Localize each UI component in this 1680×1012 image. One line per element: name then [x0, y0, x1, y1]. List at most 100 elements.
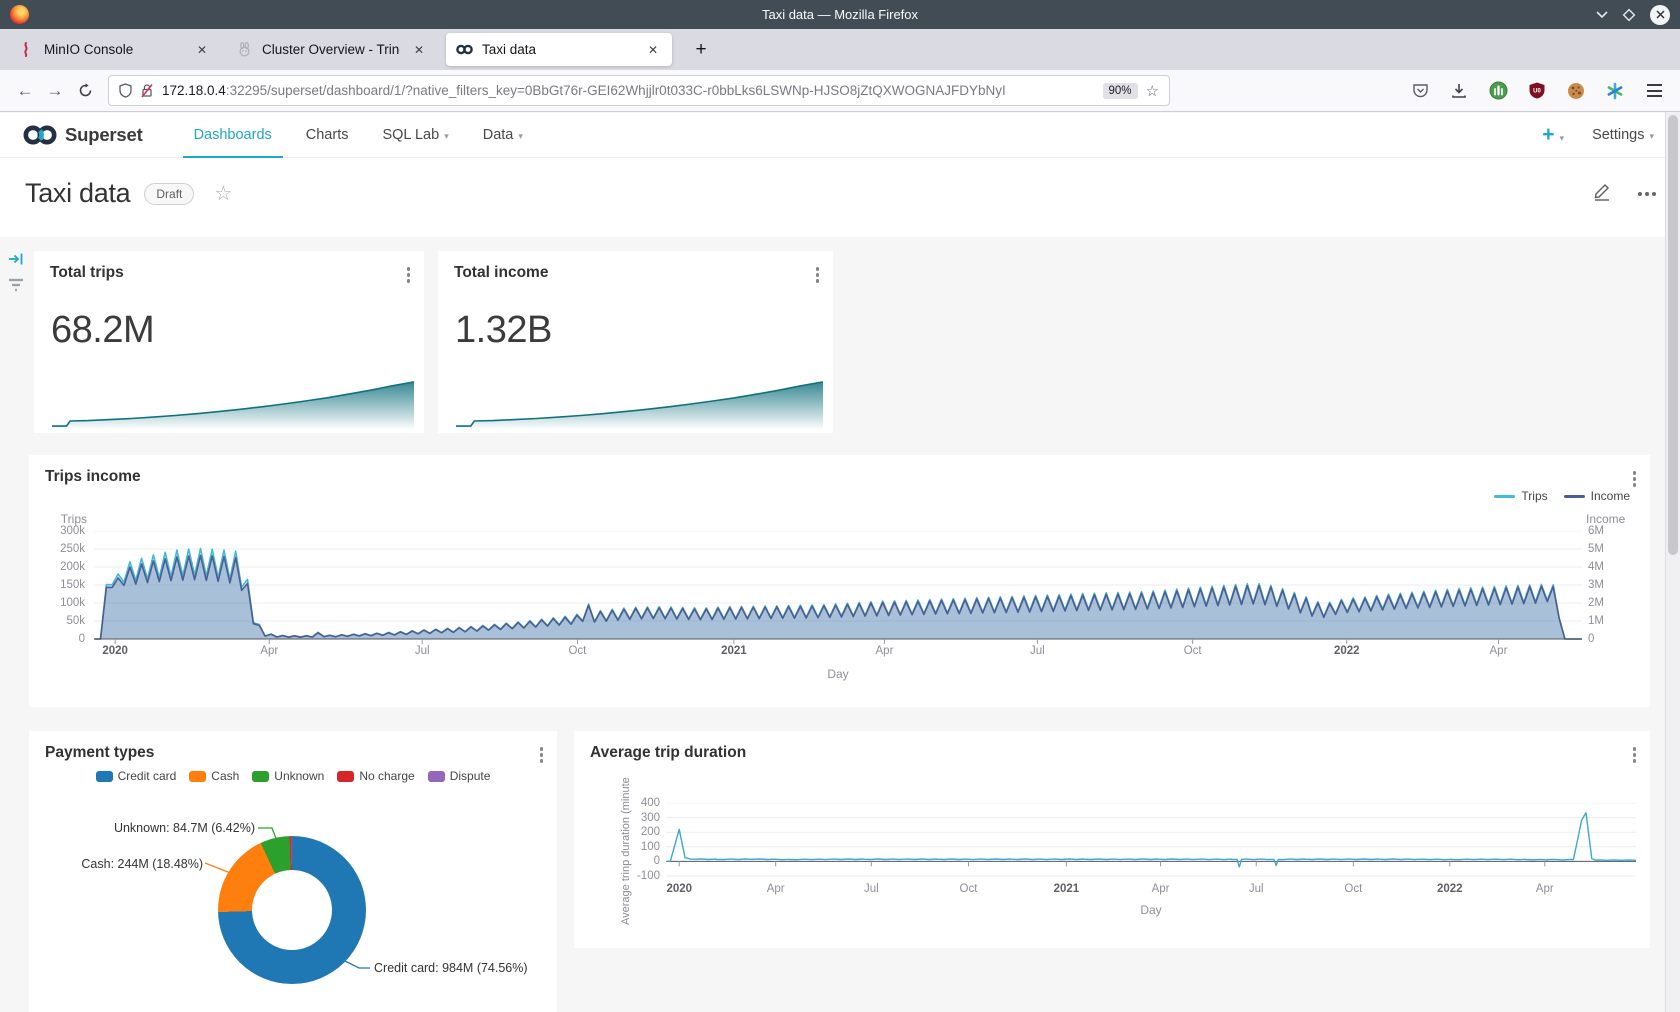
- languagetool-asterisk-icon[interactable]: [1604, 80, 1626, 102]
- ublock-icon[interactable]: U0: [1526, 80, 1548, 102]
- window-titlebar: Taxi data — Mozilla Firefox: [0, 0, 1680, 29]
- avg-duration-plot[interactable]: [666, 803, 1636, 883]
- superset-logo[interactable]: Superset: [22, 124, 143, 146]
- donut-hole: [252, 870, 332, 950]
- url-bar[interactable]: 172.18.0.4:32295/superset/dashboard/1/?n…: [108, 75, 1170, 106]
- spark-svg-0: [52, 378, 414, 430]
- nav-item-dashboards[interactable]: Dashboards: [177, 113, 289, 158]
- donut-callout-credit-card: Credit card: 984M (74.56%): [374, 961, 528, 975]
- screen: Taxi data — Mozilla Firefox MinIO Consol…: [0, 0, 1680, 1012]
- forward-icon[interactable]: →: [40, 76, 70, 106]
- expand-filter-bar-icon[interactable]: [8, 252, 24, 271]
- extension-green-icon[interactable]: [1487, 80, 1509, 102]
- kpi-value: 1.32B: [455, 309, 552, 352]
- back-icon[interactable]: ←: [10, 76, 40, 106]
- tab-trino[interactable]: Cluster Overview - Trino ✕: [226, 33, 438, 66]
- window-title: Taxi data — Mozilla Firefox: [0, 0, 1680, 29]
- dashboard-more-icon[interactable]: [1638, 192, 1656, 196]
- card-kebab-icon[interactable]: [403, 263, 415, 287]
- tab-taxi-data[interactable]: Taxi data ✕: [446, 33, 672, 66]
- left-axis-ticks: 050k100k150k200k250k300k: [29, 455, 87, 707]
- tab-close-icon[interactable]: ✕: [193, 41, 211, 59]
- minio-favicon: [18, 41, 35, 58]
- window-maximize-icon[interactable]: [1622, 8, 1636, 22]
- reload-icon[interactable]: [70, 76, 100, 106]
- donut-callout-unknown: Unknown: 84.7M (6.42%): [89, 821, 255, 835]
- url-host: 172.18.0.4: [162, 83, 226, 98]
- card-kebab-icon[interactable]: [812, 263, 824, 287]
- legend-item[interactable]: Unknown: [252, 769, 324, 783]
- downloads-icon[interactable]: [1448, 80, 1470, 102]
- chevron-down-icon: ▾: [1649, 131, 1654, 141]
- spark-svg-1: [456, 378, 823, 430]
- bookmark-star-icon[interactable]: ☆: [1146, 82, 1159, 100]
- x-axis-title: Day: [827, 667, 848, 681]
- favorite-star-icon[interactable]: ☆: [214, 181, 232, 206]
- legend-item[interactable]: No charge: [337, 769, 414, 783]
- card-title: Total income: [454, 264, 548, 282]
- kpi-card-total-income: Total income 1.32B: [438, 251, 833, 433]
- add-new-button[interactable]: +▾: [1542, 125, 1564, 146]
- insecure-lock-icon[interactable]: [140, 83, 154, 98]
- x-axis-ticks: 2020AprJulOct2021AprJulOct2022Apr: [94, 645, 1582, 663]
- tab-label: Cluster Overview - Trino: [262, 42, 400, 57]
- filter-funnel-icon[interactable]: [7, 277, 25, 297]
- pocket-icon[interactable]: [1409, 80, 1431, 102]
- browser-toolbar: ← → 172.18.0.4:32295/superset/dashboard/…: [0, 70, 1680, 112]
- kpi-card-total-trips: Total trips 68.2M: [34, 251, 424, 433]
- page-scrollbar[interactable]: [1665, 112, 1680, 1012]
- chart-card-trips-income: Trips income TripsIncome Trips Income 05…: [29, 455, 1650, 707]
- status-badge: Draft: [144, 183, 194, 205]
- tab-minio-console[interactable]: MinIO Console ✕: [8, 33, 221, 66]
- legend-item[interactable]: Credit card: [96, 769, 177, 783]
- chart-card-avg-trip-duration: Average trip duration Average trinp dura…: [574, 731, 1650, 948]
- chevron-down-icon: ▾: [444, 131, 449, 141]
- chevron-down-icon: ▾: [1560, 133, 1565, 143]
- card-kebab-icon[interactable]: [536, 743, 548, 767]
- donut-callout-cash: Cash: 244M (18.48%): [49, 857, 203, 871]
- right-axis-ticks: 01M2M3M4M5M6M: [1586, 455, 1646, 707]
- nav-item-charts[interactable]: Charts: [289, 113, 366, 158]
- cookie-icon[interactable]: [1565, 80, 1587, 102]
- tab-bar: MinIO Console ✕ Cluster Overview - Trino…: [0, 29, 1680, 70]
- y-axis-ticks: -1000100200300400: [630, 803, 662, 876]
- settings-menu[interactable]: Settings▾: [1592, 126, 1654, 144]
- url-text: 172.18.0.4:32295/superset/dashboard/1/?n…: [162, 83, 1093, 98]
- legend-item[interactable]: Cash: [189, 769, 239, 783]
- legend-item[interactable]: Trips: [1494, 489, 1547, 503]
- menu-hamburger-icon[interactable]: [1643, 80, 1666, 101]
- card-title: Average trip duration: [590, 744, 746, 762]
- new-tab-button[interactable]: +: [688, 37, 714, 63]
- dashboard-header: Taxi data Draft ☆: [0, 158, 1680, 237]
- tracking-shield-icon[interactable]: [119, 83, 132, 98]
- trino-favicon: [236, 41, 253, 58]
- legend-item[interactable]: Dispute: [428, 769, 491, 783]
- tab-close-icon[interactable]: ✕: [644, 41, 662, 59]
- svg-text:U0: U0: [1533, 89, 1541, 95]
- superset-navbar: Superset Dashboards Charts SQL Lab▾ Data…: [0, 113, 1680, 158]
- edit-dashboard-icon[interactable]: [1592, 181, 1612, 206]
- tab-label: Taxi data: [482, 42, 634, 57]
- sparkline-chart: [52, 378, 414, 430]
- zoom-level-badge[interactable]: 90%: [1103, 83, 1138, 99]
- tab-label: MinIO Console: [44, 42, 183, 57]
- url-path: :32295/superset/dashboard/1/?native_filt…: [226, 83, 1006, 98]
- kpi-value: 68.2M: [51, 309, 154, 352]
- page-title: Taxi data: [25, 178, 130, 209]
- sparkline-chart: [456, 378, 823, 430]
- tab-close-icon[interactable]: ✕: [410, 41, 428, 59]
- x-axis-ticks: 2020AprJulOct2021AprJulOct2022Apr: [666, 883, 1636, 901]
- trips-income-plot[interactable]: [94, 531, 1582, 647]
- brand-name: Superset: [65, 124, 143, 146]
- card-kebab-icon[interactable]: [1629, 743, 1641, 767]
- window-minimize-icon[interactable]: [1596, 11, 1608, 18]
- nav-item-sql-lab[interactable]: SQL Lab▾: [365, 113, 465, 158]
- card-title: Total trips: [50, 264, 124, 282]
- window-close-icon[interactable]: [1650, 5, 1670, 25]
- chevron-down-icon: ▾: [518, 131, 523, 141]
- x-axis-title: Day: [1140, 903, 1161, 917]
- scrollbar-thumb[interactable]: [1668, 115, 1678, 555]
- superset-favicon: [456, 41, 473, 58]
- nav-item-data[interactable]: Data▾: [466, 113, 540, 158]
- card-title: Payment types: [45, 744, 154, 762]
